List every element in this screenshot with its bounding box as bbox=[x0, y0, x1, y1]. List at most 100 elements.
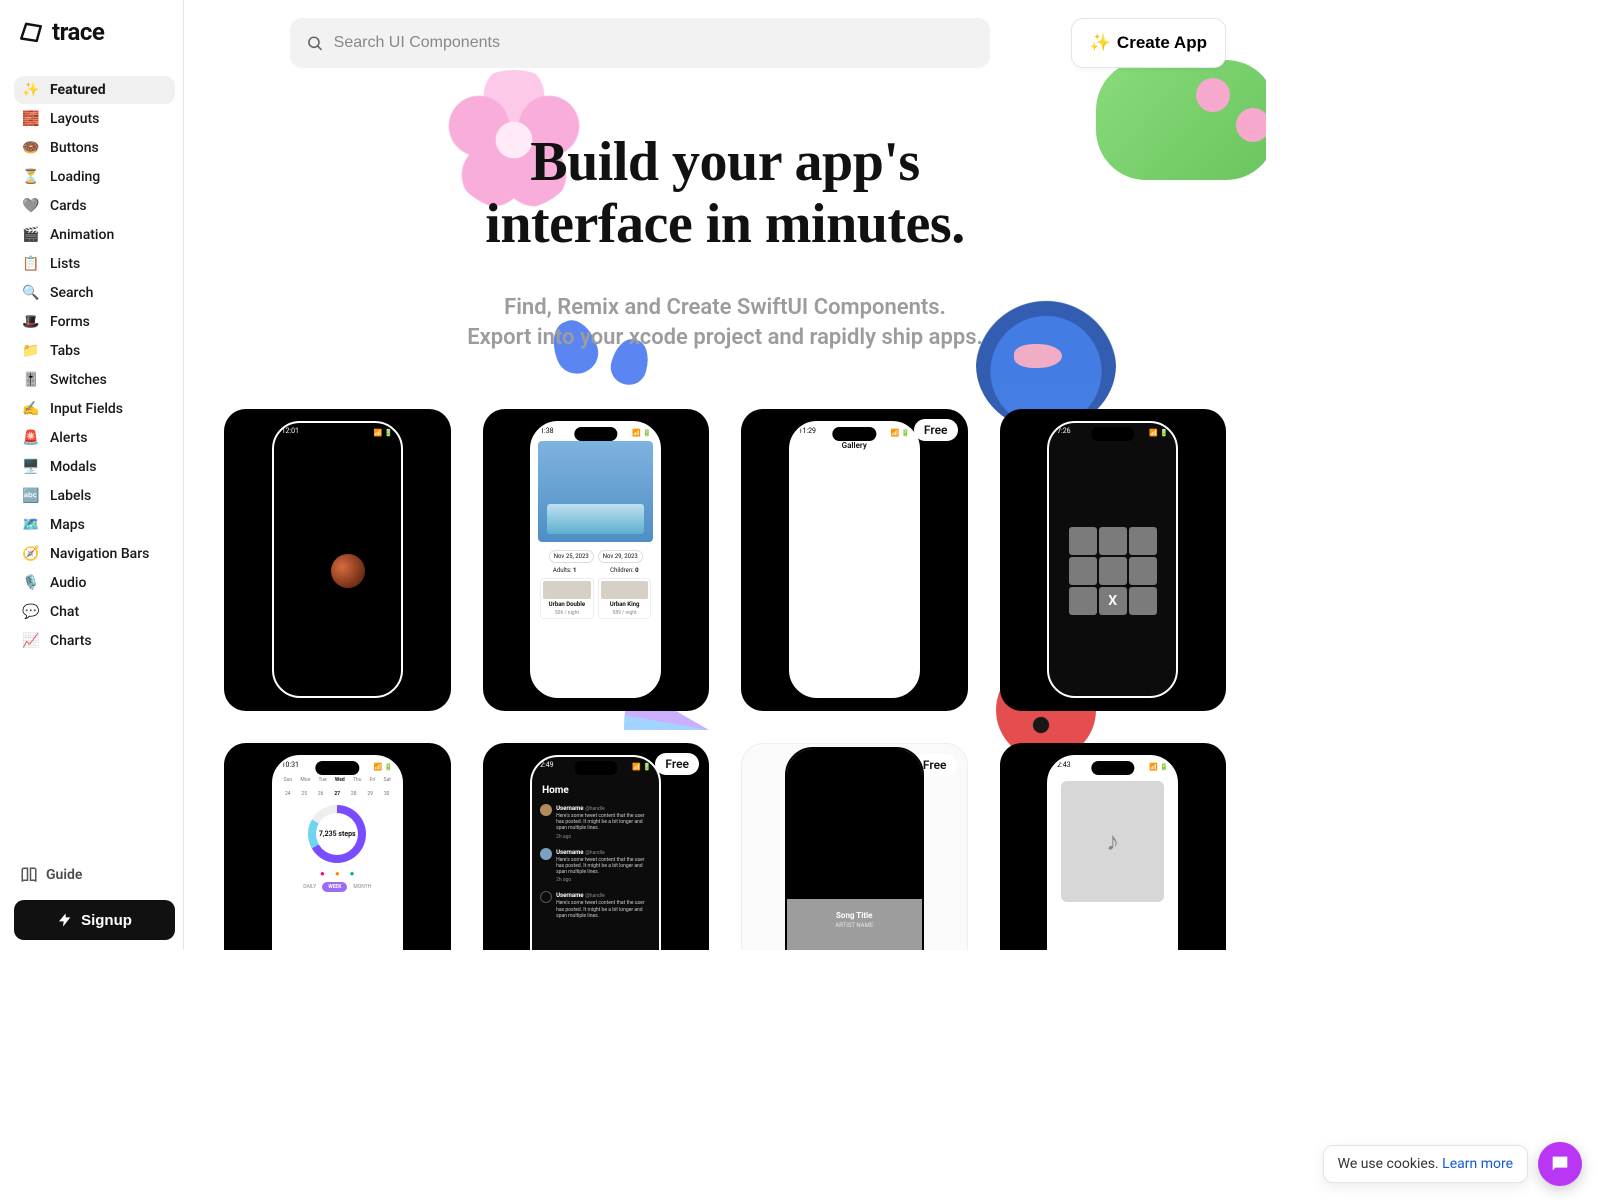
sidebar-item-switches[interactable]: 🎚️Switches bbox=[14, 366, 175, 394]
sidebar-item-alerts[interactable]: 🚨Alerts bbox=[14, 424, 175, 452]
tweet-row: Username @handleHere's some tweet conten… bbox=[540, 891, 651, 919]
sidebar-item-charts[interactable]: 📈Charts bbox=[14, 627, 175, 655]
phone-mock: 2:49📶 🔋 Home Username @handleHere's some… bbox=[530, 755, 661, 950]
status-time: 2:43 bbox=[1057, 761, 1071, 773]
phone-mock: 10:31📶 🔋 SunMonTueWedThuFriSat 242526272… bbox=[272, 755, 403, 950]
search-input[interactable] bbox=[334, 34, 975, 52]
component-card[interactable]: 10:31📶 🔋 SunMonTueWedThuFriSat 242526272… bbox=[224, 743, 451, 950]
cookie-learn-more-link[interactable]: Learn more bbox=[1442, 1156, 1513, 1172]
sidebar-item-label: Labels bbox=[50, 488, 91, 504]
heart-icon: 🩶 bbox=[22, 198, 40, 214]
sidebar: trace ✨Featured 🧱Layouts 🍩Buttons ⏳ Loadi… bbox=[0, 0, 184, 950]
status-right: 📶 🔋 bbox=[374, 427, 393, 439]
sidebar-item-cards[interactable]: 🩶 Cards bbox=[14, 192, 175, 220]
clapper-icon: 🎬 bbox=[22, 227, 40, 243]
sidebar-item-navigation-bars[interactable]: 🧭 Navigation Bars bbox=[14, 540, 175, 568]
component-card[interactable]: 7:26 📶 🔋 X bbox=[1000, 409, 1227, 711]
sidebar-item-audio[interactable]: 🎙️Audio bbox=[14, 569, 175, 597]
guide-link[interactable]: Guide bbox=[14, 860, 175, 890]
phone-mock: 2:43📶 🔋 ♪ bbox=[1047, 755, 1178, 950]
sidebar-item-search[interactable]: 🔍 Search bbox=[14, 279, 175, 307]
sidebar-item-label: Navigation Bars bbox=[50, 546, 149, 562]
sidebar-item-animation[interactable]: 🎬Animation bbox=[14, 221, 175, 249]
magnifier-icon: 🔍 bbox=[22, 285, 40, 301]
compass-icon: 🧭 bbox=[22, 546, 40, 562]
tophat-icon: 🎩 bbox=[22, 314, 40, 330]
sidebar-item-label: Alerts bbox=[50, 430, 88, 446]
phone-mock: 12:01📶 🔋 bbox=[272, 421, 403, 698]
sidebar-nav: ✨Featured 🧱Layouts 🍩Buttons ⏳ Loading 🩶 Ca… bbox=[14, 76, 175, 860]
sidebar-item-layouts[interactable]: 🧱Layouts bbox=[14, 105, 175, 133]
album-art bbox=[787, 749, 922, 900]
artist-name: ARTIST NAME bbox=[787, 922, 922, 929]
component-gallery: 12:01📶 🔋 1:38📶 🔋 🔔 Nov 25, 2023 Nov 29, … bbox=[224, 409, 1226, 950]
sidebar-item-loading[interactable]: ⏳ Loading bbox=[14, 163, 175, 191]
status-right: 📶 🔋 bbox=[632, 427, 651, 439]
date-from-chip: Nov 25, 2023 bbox=[549, 550, 594, 563]
speech-icon: 💬 bbox=[22, 604, 40, 620]
create-app-button[interactable]: ✨ Create App bbox=[1071, 18, 1226, 68]
guide-label: Guide bbox=[46, 867, 82, 883]
segment-control: DAILYWEEKMONTH bbox=[278, 882, 397, 892]
component-card[interactable]: Free 11:29📶 🔋 Gallery bbox=[741, 409, 968, 711]
weekday-row: SunMonTueWedThuFriSat bbox=[280, 777, 395, 783]
clipboard-icon: 📋 bbox=[22, 256, 40, 272]
status-time: 7:26 bbox=[1057, 427, 1071, 439]
sidebar-item-labels[interactable]: 🔤Labels bbox=[14, 482, 175, 510]
free-badge: Free bbox=[655, 753, 699, 775]
logo[interactable]: trace bbox=[18, 18, 175, 46]
sidebar-item-label: Loading bbox=[50, 169, 100, 185]
hero: Build your app's interface in minutes. F… bbox=[224, 132, 1226, 353]
signup-button[interactable]: Signup bbox=[14, 900, 175, 940]
metric-icons: ●●● bbox=[278, 869, 397, 878]
sidebar-item-forms[interactable]: 🎩 Forms bbox=[14, 308, 175, 336]
adults-label: Adults: bbox=[553, 567, 572, 574]
avatar-icon bbox=[540, 804, 552, 816]
sidebar-item-label: Forms bbox=[50, 314, 90, 330]
hero-sub-line1: Find, Remix and Create SwiftUI Component… bbox=[504, 295, 946, 320]
component-card[interactable]: Free 2:49📶 🔋 Home Username @handleHere's… bbox=[483, 743, 710, 950]
free-badge: Free bbox=[914, 419, 958, 441]
book-icon bbox=[20, 866, 38, 884]
display-icon: 🖥️ bbox=[22, 459, 40, 475]
status-right: 📶 🔋 bbox=[1149, 427, 1168, 439]
component-card[interactable]: 2:43📶 🔋 ♪ bbox=[1000, 743, 1227, 950]
room-name: Urban Double bbox=[543, 601, 591, 608]
mic-icon: 🎙️ bbox=[22, 575, 40, 591]
status-time: 1:38 bbox=[540, 427, 554, 439]
sidebar-item-tabs[interactable]: 📁Tabs bbox=[14, 337, 175, 365]
sidebar-item-modals[interactable]: 🖥️Modals bbox=[14, 453, 175, 481]
phone-mock: 11:29📶 🔋 Gallery bbox=[789, 421, 920, 698]
sidebar-item-chat[interactable]: 💬Chat bbox=[14, 598, 175, 626]
status-right: 📶 🔋 bbox=[1149, 761, 1168, 773]
cookie-text: We use cookies. bbox=[1338, 1156, 1443, 1172]
daynum-row: 24252627282930 bbox=[280, 791, 395, 797]
hero-title-line1: Build your app's bbox=[530, 131, 919, 193]
sidebar-item-label: Search bbox=[50, 285, 93, 301]
children-value: 0 bbox=[635, 567, 638, 574]
sidebar-item-lists[interactable]: 📋 Lists bbox=[14, 250, 175, 278]
sidebar-item-maps[interactable]: 🗺️Maps bbox=[14, 511, 175, 539]
search-input-wrap[interactable] bbox=[290, 18, 990, 68]
component-card[interactable]: 1:38📶 🔋 🔔 Nov 25, 2023 Nov 29, 2023 Adul… bbox=[483, 409, 710, 711]
sidebar-item-label: Layouts bbox=[50, 111, 99, 127]
sidebar-item-label: Lists bbox=[50, 256, 80, 272]
sidebar-item-buttons[interactable]: 🍩Buttons bbox=[14, 134, 175, 162]
status-time: 10:31 bbox=[282, 761, 299, 773]
component-card[interactable]: Free Song TitleARTIST NAME bbox=[741, 743, 968, 950]
sidebar-item-label: Cards bbox=[50, 198, 87, 214]
status-time: 11:29 bbox=[799, 427, 816, 439]
create-app-label: Create App bbox=[1117, 33, 1207, 53]
sidebar-item-input-fields[interactable]: ✍️Input Fields bbox=[14, 395, 175, 423]
mars-icon bbox=[328, 551, 367, 590]
screen-title: Gallery bbox=[791, 441, 918, 450]
children-label: Children: bbox=[610, 567, 633, 574]
room-option: Urban King589 / night bbox=[598, 578, 652, 619]
hourglass-icon: ⏳ bbox=[22, 169, 40, 185]
sidebar-item-featured[interactable]: ✨Featured bbox=[14, 76, 175, 104]
grid-cell-x: X bbox=[1099, 587, 1127, 615]
logo-mark-icon bbox=[18, 20, 44, 44]
component-card[interactable]: 12:01📶 🔋 bbox=[224, 409, 451, 711]
tweet-row: Username @handleHere's some tweet conten… bbox=[540, 848, 651, 884]
chat-fab-button[interactable] bbox=[1538, 1142, 1582, 1186]
